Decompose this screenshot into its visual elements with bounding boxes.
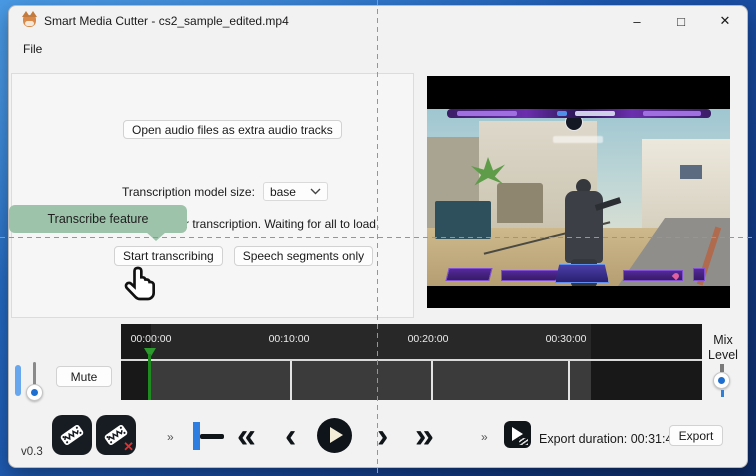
- strips-icon: [519, 438, 528, 445]
- toolbar-overflow-icon[interactable]: »: [481, 430, 488, 444]
- menu-file[interactable]: File: [15, 39, 50, 59]
- skip-forward-button[interactable]: »: [415, 413, 434, 459]
- skip-backward-button[interactable]: «: [237, 413, 256, 459]
- open-audio-files-button[interactable]: Open audio files as extra audio tracks: [123, 120, 342, 139]
- hud-panel: [623, 270, 683, 281]
- chevron-down-icon: [310, 188, 321, 195]
- segment-boundary: [568, 361, 570, 400]
- minimize-button[interactable]: –: [615, 6, 659, 36]
- play-button[interactable]: [317, 418, 352, 453]
- export-duration-text: Export duration: 00:31:41: [539, 432, 679, 446]
- menu-bar: File: [9, 36, 747, 62]
- timeline[interactable]: 00:00:00 00:10:00 00:20:00 00:30:00: [121, 324, 702, 400]
- razor-blade-icon: [53, 416, 92, 455]
- mix-slider-fill: [721, 390, 724, 397]
- track-media-region[interactable]: [150, 361, 591, 400]
- transcription-panel: Open audio files as extra audio tracks T…: [11, 73, 414, 318]
- scene-dumpster: [435, 201, 491, 239]
- export-preview-button[interactable]: [504, 421, 531, 448]
- hud-panel: [693, 268, 705, 281]
- segment-boundary: [431, 361, 433, 400]
- hud-panel: [501, 270, 563, 281]
- tick-00-10: 00:10:00: [257, 333, 321, 345]
- model-size-value: base: [270, 185, 296, 199]
- crosshair-horizontal-line: [0, 237, 756, 238]
- seek-start-marker-icon[interactable]: [193, 422, 200, 450]
- mix-label-line2: Level: [697, 348, 748, 363]
- step-forward-button[interactable]: ›: [377, 413, 388, 459]
- tick-00-20: 00:20:00: [396, 333, 460, 345]
- hand-cursor-icon: [122, 264, 162, 308]
- hud-panel-center: [555, 264, 609, 283]
- timeline-track[interactable]: [121, 361, 702, 400]
- crosshair-vertical-line: [377, 0, 378, 476]
- team-name-blur: [553, 136, 603, 143]
- cut-disabled-button[interactable]: ✕: [96, 415, 136, 455]
- maximize-button[interactable]: □: [659, 6, 703, 36]
- transcription-status-text: r transcription. Waiting for all to load…: [185, 217, 379, 231]
- ruler-post-media: [591, 324, 702, 359]
- game-hud-bottom: [427, 264, 730, 286]
- close-button[interactable]: ✕: [703, 6, 747, 36]
- app-icon: [23, 15, 36, 27]
- mute-button[interactable]: Mute: [56, 366, 112, 387]
- play-icon: [330, 427, 343, 443]
- playhead-line: [148, 354, 151, 400]
- model-size-label: Transcription model size:: [122, 185, 255, 199]
- seek-start-line-icon[interactable]: [200, 434, 224, 439]
- version-label: v0.3: [21, 446, 43, 458]
- mix-label-line1: Mix: [697, 333, 748, 348]
- scene-building-right: [642, 139, 730, 229]
- x-badge-icon: ✕: [123, 439, 134, 455]
- segment-boundary: [290, 361, 292, 400]
- mix-slider-knob[interactable]: [713, 372, 730, 389]
- video-letterbox-bottom: [427, 286, 730, 308]
- tick-00-30: 00:30:00: [534, 333, 598, 345]
- model-size-select[interactable]: base: [263, 182, 328, 201]
- step-backward-button[interactable]: ‹: [285, 413, 296, 459]
- export-button[interactable]: Export: [669, 425, 723, 446]
- mix-slider-track[interactable]: [720, 364, 724, 372]
- start-transcribing-button[interactable]: Start transcribing: [114, 246, 223, 266]
- window-controls: – □ ✕: [615, 6, 747, 36]
- mix-level-label: Mix Level: [697, 333, 748, 363]
- timeline-ruler[interactable]: 00:00:00 00:10:00 00:20:00 00:30:00: [121, 324, 702, 359]
- window-title: Smart Media Cutter - cs2_sample_edited.m…: [44, 14, 289, 28]
- hud-panel: [445, 268, 492, 281]
- game-hud-top: [447, 109, 711, 118]
- video-preview[interactable]: [427, 76, 730, 308]
- tooltip: Transcribe feature: [9, 205, 187, 233]
- speech-segments-only-button[interactable]: Speech segments only: [234, 246, 373, 266]
- tooltip-text: Transcribe feature: [48, 212, 149, 226]
- volume-slider-knob[interactable]: [26, 384, 43, 401]
- model-size-row: Transcription model size: base: [122, 182, 328, 201]
- cut-button[interactable]: [52, 415, 92, 455]
- toolbar-overflow-icon[interactable]: »: [167, 430, 174, 444]
- transcribe-buttons-row: Start transcribing Speech segments only: [114, 246, 373, 266]
- audio-level-meter: [15, 365, 21, 396]
- tick-00-00: 00:00:00: [119, 333, 183, 345]
- game-scene: [427, 109, 730, 286]
- title-bar[interactable]: Smart Media Cutter - cs2_sample_edited.m…: [9, 6, 747, 36]
